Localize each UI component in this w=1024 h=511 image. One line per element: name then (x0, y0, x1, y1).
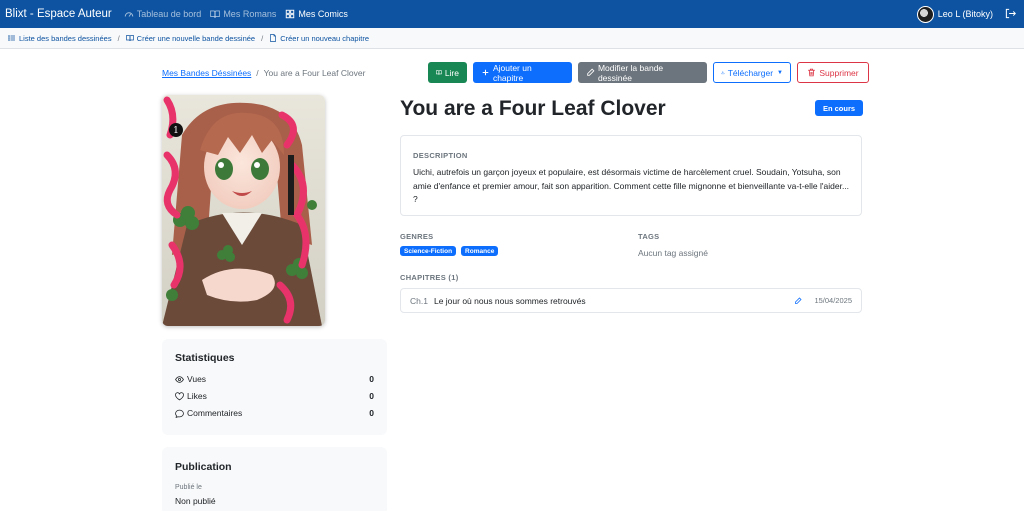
download-button-label: Télécharger (727, 67, 774, 78)
grid-icon (286, 9, 295, 19)
cover-illustration: 1 (162, 95, 325, 326)
action-toolbar: Lire Ajouter un chapitre Modifier la ban… (428, 62, 869, 83)
avatar[interactable] (916, 5, 934, 23)
publication-title: Publication (175, 461, 232, 473)
nav-novels[interactable]: Mes Romans (210, 9, 276, 19)
user-name[interactable]: Leo L (Bitoky) (938, 9, 993, 19)
pencil-icon (587, 68, 595, 76)
stat-label: Commentaires (187, 408, 243, 418)
stat-value: 0 (369, 408, 374, 418)
status-badge: En cours (815, 100, 863, 116)
chapter-number: Ch.1 (410, 295, 428, 306)
subnav-create-comic-label: Créer une nouvelle bande dessinée (136, 33, 256, 43)
read-button[interactable]: Lire (428, 62, 467, 83)
nav-novels-label: Mes Romans (223, 9, 277, 19)
stat-value: 0 (369, 374, 374, 384)
add-chapter-button[interactable]: Ajouter un chapitre (473, 62, 572, 83)
book-open-icon (436, 70, 442, 75)
chapter-edit-button[interactable] (794, 297, 802, 307)
stat-row-comments: Commentaires 0 (175, 408, 374, 418)
genres-label: GENRES (400, 232, 434, 241)
subnav-separator: / (261, 33, 264, 43)
tags-label: TAGS (638, 232, 660, 241)
subnav-comic-list[interactable]: Liste des bandes dessinées (8, 34, 112, 43)
chapter-title[interactable]: Le jour où nous nous sommes retrouvés (434, 296, 586, 306)
pencil-icon (795, 297, 802, 304)
chapter-row[interactable]: Ch.1 Le jour où nous nous sommes retrouv… (400, 288, 862, 313)
delete-button-label: Supprimer (819, 67, 859, 78)
subnav-create-comic[interactable]: Créer une nouvelle bande dessinée (125, 33, 256, 43)
trash-icon (808, 68, 816, 77)
publication-card: Publication Publié le Non publié (162, 447, 387, 511)
comic-cover-image: 1 (162, 95, 325, 326)
nav-comics-label: Mes Comics (298, 9, 348, 19)
breadcrumb: Mes Bandes Déssinées / You are a Four Le… (162, 68, 365, 78)
list-icon (8, 35, 15, 41)
chat-icon (175, 409, 184, 418)
subnav-create-chapter[interactable]: Créer un nouveau chapitre (269, 34, 369, 43)
breadcrumb-parent-link[interactable]: Mes Bandes Déssinées (162, 68, 251, 78)
publication-date-value: Non publié (175, 496, 216, 506)
plus-icon (482, 69, 489, 76)
nav-dashboard[interactable]: Tableau de bord (124, 9, 202, 19)
svg-text:1: 1 (173, 126, 179, 136)
delete-button[interactable]: Supprimer (797, 62, 869, 83)
stat-row-likes: Likes 0 (175, 391, 374, 401)
statistics-title: Statistiques (175, 352, 235, 364)
description-text: Uichi, autrefois un garçon joyeux et pop… (413, 167, 850, 204)
file-icon (270, 34, 277, 42)
add-chapter-button-label: Ajouter un chapitre (492, 62, 532, 83)
genre-badge: Science-Fiction (400, 246, 457, 256)
edit-comic-button[interactable]: Modifier la bande dessinée (578, 62, 707, 83)
statistics-card: Statistiques Vues 0 Likes 0 Commentaires… (162, 339, 387, 435)
genre-list: Science-Fiction Romance (400, 246, 503, 256)
genre-badge: Romance (461, 246, 499, 256)
nav-dashboard-label: Tableau de bord (136, 9, 202, 19)
subnav-comic-list-label: Liste des bandes dessinées (19, 33, 112, 43)
breadcrumb-current: You are a Four Leaf Clover (263, 68, 366, 78)
eye-icon (175, 375, 184, 383)
heart-icon (175, 391, 184, 400)
edit-comic-button-label: Modifier la bande dessinée (597, 62, 664, 83)
stat-row-views: Vues 0 (175, 374, 374, 384)
user-area: Leo L (Bitoky) (916, 0, 1017, 28)
download-dropdown-button[interactable]: Télécharger ▼ (713, 62, 791, 83)
speedometer-icon (124, 12, 133, 17)
caret-down-icon: ▼ (777, 69, 783, 76)
read-button-label: Lire (444, 67, 459, 78)
stat-label: Vues (187, 374, 207, 384)
publication-date-label: Publié le (175, 484, 202, 491)
subnav-separator: / (117, 33, 120, 43)
description-label: DESCRIPTION (413, 151, 468, 160)
stat-value: 0 (369, 391, 374, 401)
chapter-date: 15/04/2025 (814, 296, 852, 305)
tags-empty-text: Aucun tag assigné (638, 248, 708, 258)
page-title: You are a Four Leaf Clover (400, 97, 666, 120)
breadcrumb-separator: / (256, 68, 259, 78)
book-icon (210, 10, 221, 18)
book-icon (125, 35, 134, 42)
subnav-create-chapter-label: Créer un nouveau chapitre (280, 33, 369, 43)
nav-comics[interactable]: Mes Comics (285, 9, 348, 19)
top-navbar: Blixt - Espace Auteur Tableau de bord Me… (0, 0, 1024, 28)
description-box: DESCRIPTION Uichi, autrefois un garçon j… (400, 135, 862, 216)
chapters-label: CHAPITRES (1) (400, 273, 459, 282)
download-icon (721, 71, 725, 75)
secondary-nav: Liste des bandes dessinées / Créer une n… (0, 28, 1024, 49)
brand-link[interactable]: Blixt - Espace Auteur (5, 8, 112, 20)
logout-button[interactable] (1005, 8, 1017, 21)
logout-icon (1005, 8, 1017, 18)
stat-label: Likes (187, 391, 207, 401)
